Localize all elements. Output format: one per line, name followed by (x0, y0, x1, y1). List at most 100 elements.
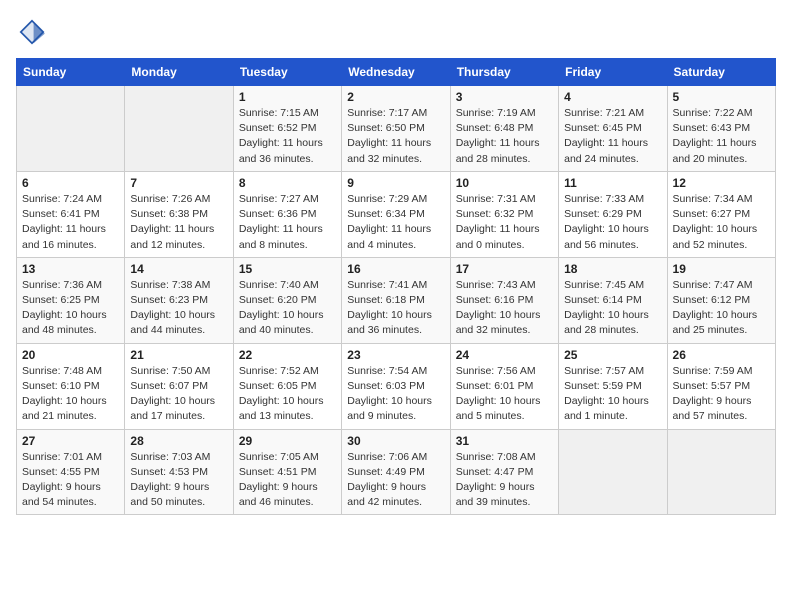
day-number: 10 (456, 176, 553, 190)
day-info: Sunrise: 7:52 AM Sunset: 6:05 PM Dayligh… (239, 364, 336, 425)
calendar-day-cell: 4Sunrise: 7:21 AM Sunset: 6:45 PM Daylig… (559, 86, 667, 172)
day-number: 19 (673, 262, 770, 276)
calendar-week-row: 6Sunrise: 7:24 AM Sunset: 6:41 PM Daylig… (17, 171, 776, 257)
day-info: Sunrise: 7:05 AM Sunset: 4:51 PM Dayligh… (239, 450, 336, 511)
day-number: 27 (22, 434, 119, 448)
day-info: Sunrise: 7:06 AM Sunset: 4:49 PM Dayligh… (347, 450, 444, 511)
calendar-day-cell: 7 Sunrise: 7:26 AM Sunset: 6:38 PM Daylig… (125, 171, 233, 257)
day-number: 13 (22, 262, 119, 276)
day-number: 7 (130, 176, 227, 190)
weekday-header-row: SundayMondayTuesdayWednesdayThursdayFrid… (17, 59, 776, 86)
calendar-day-cell: 3Sunrise: 7:19 AM Sunset: 6:48 PM Daylig… (450, 86, 558, 172)
calendar-day-cell: 15 Sunrise: 7:40 AM Sunset: 6:20 PM Dayli… (233, 257, 341, 343)
day-info: Sunrise: 7:17 AM Sunset: 6:50 PM Dayligh… (347, 106, 444, 167)
day-info: Sunrise: 7:56 AM Sunset: 6:01 PM Dayligh… (456, 364, 553, 425)
day-info: Sunrise: 7:54 AM Sunset: 6:03 PM Dayligh… (347, 364, 444, 425)
day-info: Sunrise: 7:21 AM Sunset: 6:45 PM Dayligh… (564, 106, 661, 167)
day-number: 6 (22, 176, 119, 190)
calendar-day-cell: 18 Sunrise: 7:45 AM Sunset: 6:14 PM Dayli… (559, 257, 667, 343)
calendar-day-cell: 8Sunrise: 7:27 AM Sunset: 6:36 PM Daylig… (233, 171, 341, 257)
day-number: 1 (239, 90, 336, 104)
day-number: 20 (22, 348, 119, 362)
day-number: 16 (347, 262, 444, 276)
calendar-day-cell: 21 Sunrise: 7:50 AM Sunset: 6:07 PM Dayli… (125, 343, 233, 429)
day-info: Sunrise: 7:38 AM Sunset: 6:23 PM Dayligh… (130, 278, 227, 339)
calendar-week-row: 13 Sunrise: 7:36 AM Sunset: 6:25 PM Dayli… (17, 257, 776, 343)
calendar-day-cell: 31 Sunrise: 7:08 AM Sunset: 4:47 PM Dayli… (450, 429, 558, 515)
weekday-header-cell: Friday (559, 59, 667, 86)
calendar-day-cell: 16 Sunrise: 7:41 AM Sunset: 6:18 PM Dayli… (342, 257, 450, 343)
day-info: Sunrise: 7:31 AM Sunset: 6:32 PM Dayligh… (456, 192, 553, 253)
day-number: 26 (673, 348, 770, 362)
day-number: 18 (564, 262, 661, 276)
calendar-body: 1 Sunrise: 7:15 AM Sunset: 6:52 PM Daylig… (17, 86, 776, 515)
calendar-day-cell: 6Sunrise: 7:24 AM Sunset: 6:41 PM Daylig… (17, 171, 125, 257)
calendar-day-cell: 9Sunrise: 7:29 AM Sunset: 6:34 PM Daylig… (342, 171, 450, 257)
calendar-day-cell: 13 Sunrise: 7:36 AM Sunset: 6:25 PM Dayli… (17, 257, 125, 343)
day-number: 21 (130, 348, 227, 362)
weekday-header-cell: Wednesday (342, 59, 450, 86)
day-info: Sunrise: 7:15 AM Sunset: 6:52 PM Dayligh… (239, 106, 336, 167)
day-number: 8 (239, 176, 336, 190)
calendar-day-cell: 14Sunrise: 7:38 AM Sunset: 6:23 PM Dayli… (125, 257, 233, 343)
day-info: Sunrise: 7:48 AM Sunset: 6:10 PM Dayligh… (22, 364, 119, 425)
day-number: 30 (347, 434, 444, 448)
weekday-header-cell: Sunday (17, 59, 125, 86)
weekday-header-cell: Tuesday (233, 59, 341, 86)
day-info: Sunrise: 7:59 AM Sunset: 5:57 PM Dayligh… (673, 364, 770, 425)
calendar-day-cell: 27 Sunrise: 7:01 AM Sunset: 4:55 PM Dayli… (17, 429, 125, 515)
day-number: 5 (673, 90, 770, 104)
calendar-day-cell: 25 Sunrise: 7:57 AM Sunset: 5:59 PM Dayli… (559, 343, 667, 429)
day-info: Sunrise: 7:43 AM Sunset: 6:16 PM Dayligh… (456, 278, 553, 339)
day-number: 2 (347, 90, 444, 104)
logo-icon (16, 16, 48, 48)
weekday-header-cell: Monday (125, 59, 233, 86)
page-header (16, 16, 776, 48)
calendar-day-cell: 30 Sunrise: 7:06 AM Sunset: 4:49 PM Dayli… (342, 429, 450, 515)
calendar-day-cell: 23 Sunrise: 7:54 AM Sunset: 6:03 PM Dayli… (342, 343, 450, 429)
day-info: Sunrise: 7:57 AM Sunset: 5:59 PM Dayligh… (564, 364, 661, 425)
day-number: 12 (673, 176, 770, 190)
day-number: 17 (456, 262, 553, 276)
calendar-day-cell: 12Sunrise: 7:34 AM Sunset: 6:27 PM Dayli… (667, 171, 775, 257)
day-number: 29 (239, 434, 336, 448)
weekday-header-cell: Thursday (450, 59, 558, 86)
day-info: Sunrise: 7:41 AM Sunset: 6:18 PM Dayligh… (347, 278, 444, 339)
day-info: Sunrise: 7:01 AM Sunset: 4:55 PM Dayligh… (22, 450, 119, 511)
day-number: 23 (347, 348, 444, 362)
day-info: Sunrise: 7:08 AM Sunset: 4:47 PM Dayligh… (456, 450, 553, 511)
calendar-day-cell (125, 86, 233, 172)
day-info: Sunrise: 7:50 AM Sunset: 6:07 PM Dayligh… (130, 364, 227, 425)
calendar-week-row: 1 Sunrise: 7:15 AM Sunset: 6:52 PM Daylig… (17, 86, 776, 172)
day-number: 22 (239, 348, 336, 362)
day-number: 3 (456, 90, 553, 104)
calendar-day-cell: 10 Sunrise: 7:31 AM Sunset: 6:32 PM Dayli… (450, 171, 558, 257)
calendar-week-row: 20 Sunrise: 7:48 AM Sunset: 6:10 PM Dayli… (17, 343, 776, 429)
day-number: 31 (456, 434, 553, 448)
weekday-header-cell: Saturday (667, 59, 775, 86)
day-info: Sunrise: 7:47 AM Sunset: 6:12 PM Dayligh… (673, 278, 770, 339)
day-info: Sunrise: 7:03 AM Sunset: 4:53 PM Dayligh… (130, 450, 227, 511)
day-number: 11 (564, 176, 661, 190)
day-info: Sunrise: 7:36 AM Sunset: 6:25 PM Dayligh… (22, 278, 119, 339)
day-info: Sunrise: 7:33 AM Sunset: 6:29 PM Dayligh… (564, 192, 661, 253)
calendar-day-cell: 19 Sunrise: 7:47 AM Sunset: 6:12 PM Dayli… (667, 257, 775, 343)
calendar-day-cell: 24 Sunrise: 7:56 AM Sunset: 6:01 PM Dayli… (450, 343, 558, 429)
day-info: Sunrise: 7:45 AM Sunset: 6:14 PM Dayligh… (564, 278, 661, 339)
day-number: 28 (130, 434, 227, 448)
day-number: 15 (239, 262, 336, 276)
day-info: Sunrise: 7:29 AM Sunset: 6:34 PM Dayligh… (347, 192, 444, 253)
day-number: 25 (564, 348, 661, 362)
day-info: Sunrise: 7:26 AM Sunset: 6:38 PM Dayligh… (130, 192, 227, 253)
calendar-day-cell: 20 Sunrise: 7:48 AM Sunset: 6:10 PM Dayli… (17, 343, 125, 429)
calendar-day-cell: 29 Sunrise: 7:05 AM Sunset: 4:51 PM Dayli… (233, 429, 341, 515)
calendar-day-cell: 26 Sunrise: 7:59 AM Sunset: 5:57 PM Dayli… (667, 343, 775, 429)
calendar-day-cell (667, 429, 775, 515)
calendar-day-cell (559, 429, 667, 515)
day-info: Sunrise: 7:40 AM Sunset: 6:20 PM Dayligh… (239, 278, 336, 339)
day-number: 24 (456, 348, 553, 362)
calendar-day-cell: 17 Sunrise: 7:43 AM Sunset: 6:16 PM Dayli… (450, 257, 558, 343)
calendar-week-row: 27 Sunrise: 7:01 AM Sunset: 4:55 PM Dayli… (17, 429, 776, 515)
calendar-day-cell: 2 Sunrise: 7:17 AM Sunset: 6:50 PM Daylig… (342, 86, 450, 172)
calendar-day-cell: 28 Sunrise: 7:03 AM Sunset: 4:53 PM Dayli… (125, 429, 233, 515)
